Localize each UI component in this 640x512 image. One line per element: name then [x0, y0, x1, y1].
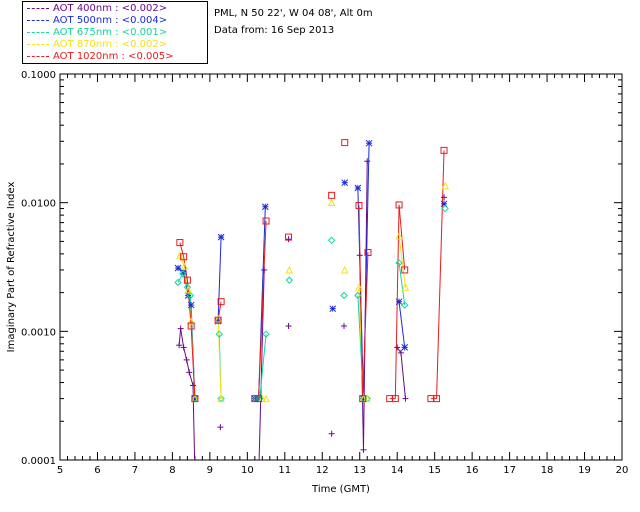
data-point	[356, 252, 363, 259]
chart: 5 6 7 8 9 10 11 12 13 14 15 16 17 18 19 20 0.0001 0.0010 0…	[6, 70, 628, 495]
data-point	[397, 349, 404, 356]
data-point	[394, 344, 401, 351]
x-tick-label: 11	[278, 465, 291, 476]
data-point	[285, 276, 294, 284]
data-point	[365, 139, 373, 147]
y-tick-label: 0.1000	[21, 70, 56, 81]
legend-label: AOT 500nm : <0.004>	[53, 15, 168, 26]
legend-swatch	[27, 31, 49, 33]
x-tick-label: 8	[169, 465, 175, 476]
data-point	[360, 446, 367, 453]
data-point	[261, 266, 268, 273]
data-point	[401, 344, 409, 351]
x-tick-label: 15	[428, 465, 441, 476]
data-date: Data from: 16 Sep 2013	[214, 25, 335, 36]
series-lines	[177, 143, 445, 460]
legend-item-675nm: AOT 675nm : <0.001>	[27, 27, 167, 39]
legend-label: AOT 400nm : <0.002>	[53, 3, 168, 14]
y-tick-label: 0.0001	[21, 456, 56, 467]
data-point	[402, 395, 409, 402]
legend-label: AOT 870nm : <0.002>	[53, 39, 168, 50]
x-tick-label: 19	[578, 465, 591, 476]
series-line-segment	[217, 318, 222, 399]
data-point	[328, 430, 335, 437]
x-tick-label: 20	[616, 465, 629, 476]
tick-labels: 5 6 7 8 9 10 11 12 13 14 15 16 17 18 19 20 0.0001 0.0010 0…	[21, 70, 628, 476]
x-tick-label: 17	[503, 465, 516, 476]
data-point	[395, 298, 403, 306]
data-point	[327, 236, 336, 244]
series-line-segment	[400, 352, 406, 399]
data-point	[186, 369, 193, 376]
x-tick-label: 18	[541, 465, 554, 476]
data-point	[364, 158, 371, 165]
legend: AOT 400nm : <0.002> AOT 500nm : <0.004> …	[22, 1, 208, 64]
y-tick-label: 0.0010	[21, 327, 56, 338]
data-point	[328, 191, 336, 199]
legend-swatch	[27, 19, 49, 21]
legend-label: AOT 675nm : <0.001>	[53, 27, 168, 38]
data-point	[354, 184, 362, 192]
legend-item-400nm: AOT 400nm : <0.002>	[27, 3, 167, 15]
series-line-segment	[188, 372, 194, 386]
data-point	[261, 203, 269, 211]
x-tick-label: 7	[132, 465, 138, 476]
x-tick-label: 13	[353, 465, 366, 476]
data-point	[329, 305, 337, 313]
y-tick-label: 0.0100	[21, 199, 56, 210]
series-line-segment	[396, 347, 402, 354]
data-point	[340, 291, 348, 300]
legend-swatch	[27, 55, 49, 57]
legend-item-1020nm: AOT 1020nm : <0.005>	[27, 51, 173, 63]
data-point	[217, 233, 225, 241]
legend-item-870nm: AOT 870nm : <0.002>	[27, 39, 167, 51]
x-tick-label: 14	[391, 465, 404, 476]
x-axis-label: Time (GMT)	[311, 484, 370, 495]
data-point	[285, 236, 292, 243]
legend-label: AOT 1020nm : <0.005>	[53, 51, 174, 62]
x-tick-label: 6	[94, 465, 100, 476]
axis-ticks	[59, 73, 623, 461]
series-line-segment	[398, 301, 406, 348]
data-point	[190, 382, 197, 389]
data-point	[256, 477, 262, 483]
data-point	[183, 356, 190, 363]
data-point	[327, 198, 336, 207]
legend-swatch	[27, 43, 49, 45]
data-point	[341, 139, 349, 147]
x-tick-label: 10	[241, 465, 254, 476]
data-point	[192, 469, 198, 475]
x-tick-label: 16	[466, 465, 479, 476]
data-point	[177, 325, 184, 332]
data-point	[340, 265, 349, 274]
data-point	[441, 194, 448, 201]
site-info: PML, N 50 22', W 04 08', Alt 0m	[214, 8, 373, 19]
x-tick-label: 9	[207, 465, 213, 476]
data-point	[340, 323, 347, 330]
y-axis-label: Imaginary Part of Refractive Index	[6, 182, 17, 353]
x-tick-label: 12	[316, 465, 329, 476]
series-markers	[174, 139, 449, 483]
data-point	[187, 301, 195, 309]
data-point	[217, 424, 224, 431]
data-point	[285, 323, 292, 330]
legend-swatch	[27, 7, 49, 9]
data-point	[285, 265, 294, 274]
legend-item-500nm: AOT 500nm : <0.004>	[27, 15, 167, 27]
data-point	[174, 264, 182, 272]
data-point	[341, 179, 349, 187]
plot-frame	[59, 73, 623, 461]
series-line-segment	[177, 273, 184, 283]
x-tick-label: 5	[57, 465, 63, 476]
